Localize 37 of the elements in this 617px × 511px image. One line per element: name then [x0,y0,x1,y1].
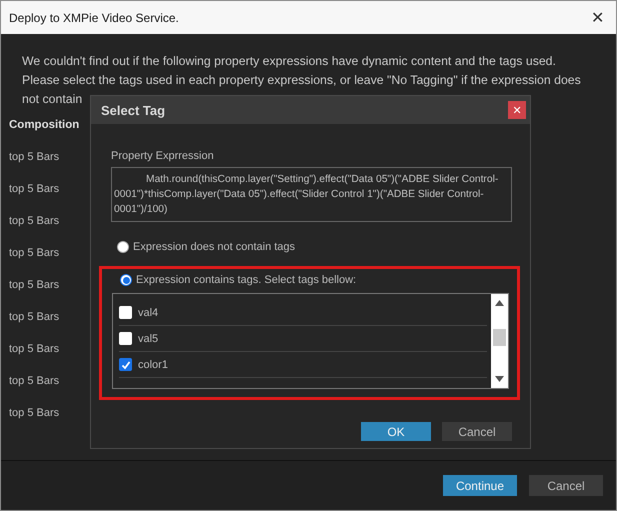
checkbox[interactable] [119,358,132,371]
cancel-button[interactable]: Cancel [529,475,603,496]
checkbox[interactable] [119,332,132,345]
table-cell-text: top 5 Bars [9,246,60,261]
radio-icon[interactable] [120,274,132,286]
table-cell-text: top 5 Bars [9,342,60,357]
scroll-thumb[interactable] [493,329,506,346]
radio-icon[interactable] [117,241,129,253]
scroll-down-icon[interactable] [495,376,504,382]
window-title: Deploy to XMPie Video Service. [9,10,179,24]
cancel-button[interactable]: Cancel [442,422,512,441]
radio-option[interactable]: Expression does not contain tags [117,236,512,258]
tag-label: val4 [138,306,158,318]
table-cell-text: top 5 Bars [9,278,60,293]
table-cell-text: top 5 Bars [9,214,60,229]
ok-button[interactable]: OK [361,422,431,441]
message-text: not contain [22,91,82,108]
message-text: We couldn't find out if the following property expressions have dynamic content and the tags used. [22,53,556,70]
field-label: Property Exprression [111,150,215,162]
close-button[interactable]: ✕ [587,8,608,28]
table-cell-text: top 5 Bars [9,374,60,389]
tag-label: val5 [138,332,158,344]
table-cell-text: top 5 Bars [9,310,60,325]
tag-label: color1 [138,358,168,370]
continue-button[interactable]: Continue [443,475,517,496]
checkbox[interactable] [119,306,132,319]
column-header: Composition [9,118,80,133]
table-cell-text: top 5 Bars [9,182,60,197]
table-cell-text: top 5 Bars [9,150,60,165]
scroll-up-icon[interactable] [495,300,504,306]
close-button[interactable]: ✕ [508,101,526,119]
message-text: Please select the tags used in each property expressions, or leave "No Tagging" if the expression does [22,72,581,89]
expression-field: Math.round(thisComp.layer("Setting").effect("Data 05")("ADBE Slider Control-0001")*thisComp.layer("Data 05").effect("Slider Control 1")("ADBE Slider Control-0001")/100) [111,167,512,222]
scrollbar[interactable] [491,294,508,388]
radio-option[interactable]: Expression contains tags. Select tags bellow: [120,269,509,291]
table-cell-text: top 5 Bars [9,406,60,421]
dialog-title: Select Tag [101,102,166,118]
